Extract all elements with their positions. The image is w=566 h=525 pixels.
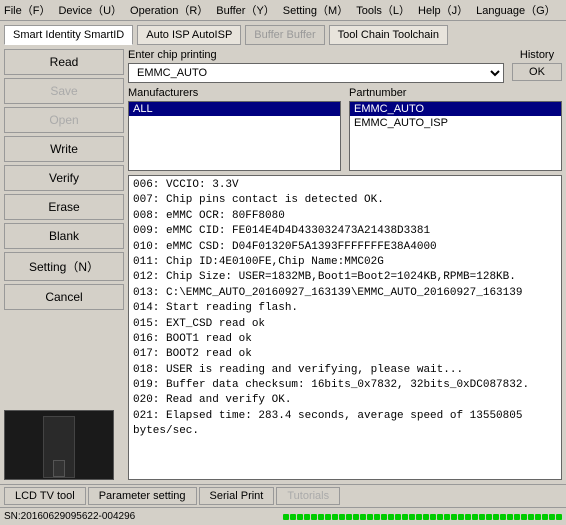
tab-parameter-setting[interactable]: Parameter setting <box>88 487 197 505</box>
log-line: 010: eMMC CSD: D04F01320F5A1393FFFFFFFE3… <box>133 240 557 255</box>
menu-language[interactable]: Language（G） <box>476 2 556 18</box>
log-line: 015: EXT_CSD read ok <box>133 317 557 332</box>
left-panel: Read Save Open Write Verify Erase Blank … <box>4 49 124 480</box>
tab-tutorials: Tutorials <box>276 487 340 505</box>
save-button: Save <box>4 78 124 104</box>
lists-row: Manufacturers ALL Partnumber EMMC_AUTO E… <box>128 87 562 171</box>
chip-row: Enter chip printing EMMC_AUTO History OK <box>128 49 562 83</box>
open-button: Open <box>4 107 124 133</box>
log-line: 019: Buffer data checksum: 16bits_0x7832… <box>133 378 557 393</box>
tab-tool-chain[interactable]: Tool Chain Toolchain <box>329 25 448 45</box>
history-ok-button[interactable]: OK <box>512 63 562 81</box>
log-line: 014: Start reading flash. <box>133 301 557 316</box>
history-label: History <box>520 49 554 61</box>
statusbar: SN:20160629095622-004296 <box>0 507 566 525</box>
tab-serial-print[interactable]: Serial Print <box>199 487 275 505</box>
partnumber-emmc-auto-isp[interactable]: EMMC_AUTO_ISP <box>350 116 561 130</box>
log-line: 013: C:\EMMC_AUTO_20160927_163139\EMMC_A… <box>133 286 557 301</box>
blank-button[interactable]: Blank <box>4 223 124 249</box>
log-line: 012: Chip Size: USER=1832MB,Boot1=Boot2=… <box>133 270 557 285</box>
partnumber-list[interactable]: EMMC_AUTO EMMC_AUTO_ISP <box>349 101 562 171</box>
menu-device[interactable]: Device（U） <box>58 2 122 18</box>
log-line: 006: VCCIO: 3.3V <box>133 178 557 193</box>
log-line: 021: Elapsed time: 283.4 seconds, averag… <box>133 409 557 440</box>
setting-button[interactable]: Setting（N） <box>4 252 124 281</box>
cancel-button[interactable]: Cancel <box>4 284 124 310</box>
menu-operation[interactable]: Operation（R） <box>130 2 208 18</box>
device-image <box>4 410 114 480</box>
chip-select-row: EMMC_AUTO <box>128 63 504 83</box>
tab-lcd-tv-tool[interactable]: LCD TV tool <box>4 487 86 505</box>
tab-smart-identity[interactable]: Smart Identity SmartID <box>4 25 133 45</box>
log-line: 011: Chip ID:4E0100FE,Chip Name:MMC02G <box>133 255 557 270</box>
menubar: File（F） Device（U） Operation（R） Buffer（Y）… <box>0 0 566 21</box>
verify-button[interactable]: Verify <box>4 165 124 191</box>
enter-chip-label: Enter chip printing <box>128 49 504 61</box>
log-line: 009: eMMC CID: FE014E4D4D433032473A21438… <box>133 224 557 239</box>
history-box: History OK <box>512 49 562 81</box>
menu-tools[interactable]: Tools（L） <box>356 2 410 18</box>
menu-setting[interactable]: Setting（M） <box>283 2 348 18</box>
chip-select[interactable]: EMMC_AUTO <box>128 63 504 83</box>
log-line: 017: BOOT2 read ok <box>133 347 557 362</box>
tab-auto-isp[interactable]: Auto ISP AutoISP <box>137 25 241 45</box>
partnumber-emmc-auto[interactable]: EMMC_AUTO <box>350 102 561 116</box>
right-panel: Enter chip printing EMMC_AUTO History OK… <box>128 49 562 480</box>
main-content: Read Save Open Write Verify Erase Blank … <box>0 45 566 484</box>
write-button[interactable]: Write <box>4 136 124 162</box>
partnumber-label: Partnumber <box>349 87 562 99</box>
partnumber-col: Partnumber EMMC_AUTO EMMC_AUTO_ISP <box>349 87 562 171</box>
log-line: 008: eMMC OCR: 80FF8080 <box>133 209 557 224</box>
bottom-bar: LCD TV tool Parameter setting Serial Pri… <box>0 484 566 507</box>
erase-button[interactable]: Erase <box>4 194 124 220</box>
toolbar: Smart Identity SmartID Auto ISP AutoISP … <box>0 21 566 45</box>
menu-file[interactable]: File（F） <box>4 2 50 18</box>
chip-left: Enter chip printing EMMC_AUTO <box>128 49 504 83</box>
manufacturers-col: Manufacturers ALL <box>128 87 341 171</box>
log-line: 020: Read and verify OK. <box>133 393 557 408</box>
log-line: 018: USER is reading and verifying, plea… <box>133 363 557 378</box>
manufacturers-label: Manufacturers <box>128 87 341 99</box>
tab-buffer: Buffer Buffer <box>245 25 324 45</box>
menu-help[interactable]: Help（J） <box>418 2 468 18</box>
menu-buffer[interactable]: Buffer（Y） <box>216 2 275 18</box>
manufacturers-list[interactable]: ALL <box>128 101 341 171</box>
log-line: 007: Chip pins contact is detected OK. <box>133 193 557 208</box>
log-area: 006: VCCIO: 3.3V007: Chip pins contact i… <box>128 175 562 480</box>
manufacturer-all[interactable]: ALL <box>129 102 340 116</box>
read-button[interactable]: Read <box>4 49 124 75</box>
status-text: SN:20160629095622-004296 <box>4 511 279 522</box>
log-line: 016: BOOT1 read ok <box>133 332 557 347</box>
